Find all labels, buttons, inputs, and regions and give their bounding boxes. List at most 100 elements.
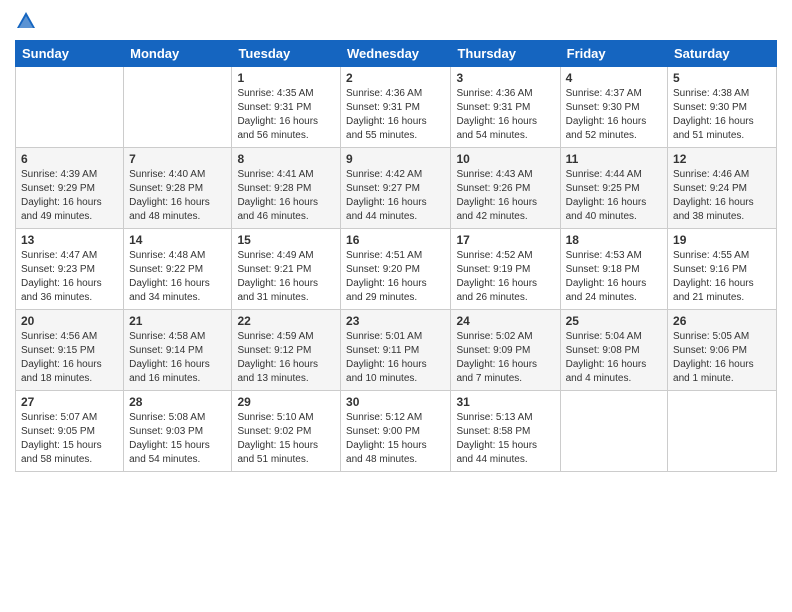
day-number: 20 <box>21 314 118 328</box>
day-info: Sunrise: 4:47 AM Sunset: 9:23 PM Dayligh… <box>21 249 118 305</box>
calendar-cell: 1 Sunrise: 4:35 AM Sunset: 9:31 PM Daylig… <box>232 67 341 148</box>
day-number: 18 <box>566 233 662 247</box>
day-info: Sunrise: 4:46 AM Sunset: 9:24 PM Dayligh… <box>673 168 771 224</box>
calendar-header-monday: Monday <box>124 41 232 67</box>
calendar-cell: 11 Sunrise: 4:44 AM Sunset: 9:25 PM Dayli… <box>560 148 667 229</box>
calendar-cell: 8 Sunrise: 4:41 AM Sunset: 9:28 PM Daylig… <box>232 148 341 229</box>
day-number: 23 <box>346 314 445 328</box>
day-info: Sunrise: 4:36 AM Sunset: 9:31 PM Dayligh… <box>456 87 554 143</box>
day-number: 4 <box>566 71 662 85</box>
day-info: Sunrise: 5:08 AM Sunset: 9:03 PM Dayligh… <box>129 411 226 467</box>
day-info: Sunrise: 4:37 AM Sunset: 9:30 PM Dayligh… <box>566 87 662 143</box>
calendar-cell <box>560 391 667 472</box>
header <box>15 10 777 32</box>
calendar-cell: 23Sunrise: 5:01 AM Sunset: 9:11 PM Dayli… <box>341 310 451 391</box>
calendar-cell: 26Sunrise: 5:05 AM Sunset: 9:06 PM Dayli… <box>668 310 777 391</box>
day-info: Sunrise: 4:52 AM Sunset: 9:19 PM Dayligh… <box>456 249 554 305</box>
calendar-cell: 14 Sunrise: 4:48 AM Sunset: 9:22 PM Dayli… <box>124 229 232 310</box>
day-number: 27 <box>21 395 118 409</box>
day-number: 30 <box>346 395 445 409</box>
calendar-table: SundayMondayTuesdayWednesdayThursdayFrid… <box>15 40 777 472</box>
calendar-header-wednesday: Wednesday <box>341 41 451 67</box>
calendar-cell: 25 Sunrise: 5:04 AM Sunset: 9:08 PM Dayli… <box>560 310 667 391</box>
calendar-cell: 28Sunrise: 5:08 AM Sunset: 9:03 PM Dayli… <box>124 391 232 472</box>
day-number: 25 <box>566 314 662 328</box>
calendar-cell: 21Sunrise: 4:58 AM Sunset: 9:14 PM Dayli… <box>124 310 232 391</box>
day-number: 19 <box>673 233 771 247</box>
day-info: Sunrise: 4:41 AM Sunset: 9:28 PM Dayligh… <box>237 168 335 224</box>
calendar-cell: 27Sunrise: 5:07 AM Sunset: 9:05 PM Dayli… <box>16 391 124 472</box>
calendar-cell: 31Sunrise: 5:13 AM Sunset: 8:58 PM Dayli… <box>451 391 560 472</box>
day-number: 31 <box>456 395 554 409</box>
day-number: 3 <box>456 71 554 85</box>
day-info: Sunrise: 4:59 AM Sunset: 9:12 PM Dayligh… <box>237 330 335 386</box>
calendar-week-4: 20 Sunrise: 4:56 AM Sunset: 9:15 PM Dayli… <box>16 310 777 391</box>
day-info: Sunrise: 4:51 AM Sunset: 9:20 PM Dayligh… <box>346 249 445 305</box>
day-info: Sunrise: 4:44 AM Sunset: 9:25 PM Dayligh… <box>566 168 662 224</box>
day-info: Sunrise: 4:48 AM Sunset: 9:22 PM Dayligh… <box>129 249 226 305</box>
calendar-week-3: 13 Sunrise: 4:47 AM Sunset: 9:23 PM Dayli… <box>16 229 777 310</box>
day-info: Sunrise: 4:38 AM Sunset: 9:30 PM Dayligh… <box>673 87 771 143</box>
day-number: 13 <box>21 233 118 247</box>
calendar-cell: 12 Sunrise: 4:46 AM Sunset: 9:24 PM Dayli… <box>668 148 777 229</box>
calendar-cell: 9 Sunrise: 4:42 AM Sunset: 9:27 PM Daylig… <box>341 148 451 229</box>
day-number: 2 <box>346 71 445 85</box>
day-number: 15 <box>237 233 335 247</box>
logo <box>15 10 41 32</box>
day-number: 7 <box>129 152 226 166</box>
day-info: Sunrise: 4:42 AM Sunset: 9:27 PM Dayligh… <box>346 168 445 224</box>
calendar-cell: 6 Sunrise: 4:39 AM Sunset: 9:29 PM Daylig… <box>16 148 124 229</box>
day-number: 1 <box>237 71 335 85</box>
day-info: Sunrise: 5:04 AM Sunset: 9:08 PM Dayligh… <box>566 330 662 386</box>
day-info: Sunrise: 4:49 AM Sunset: 9:21 PM Dayligh… <box>237 249 335 305</box>
day-info: Sunrise: 4:43 AM Sunset: 9:26 PM Dayligh… <box>456 168 554 224</box>
calendar-header-tuesday: Tuesday <box>232 41 341 67</box>
calendar-cell: 24 Sunrise: 5:02 AM Sunset: 9:09 PM Dayli… <box>451 310 560 391</box>
calendar-header-thursday: Thursday <box>451 41 560 67</box>
day-info: Sunrise: 4:36 AM Sunset: 9:31 PM Dayligh… <box>346 87 445 143</box>
day-number: 14 <box>129 233 226 247</box>
calendar-cell: 18 Sunrise: 4:53 AM Sunset: 9:18 PM Dayli… <box>560 229 667 310</box>
calendar-cell <box>124 67 232 148</box>
day-number: 12 <box>673 152 771 166</box>
day-number: 6 <box>21 152 118 166</box>
calendar-cell: 15 Sunrise: 4:49 AM Sunset: 9:21 PM Dayli… <box>232 229 341 310</box>
calendar-week-1: 1 Sunrise: 4:35 AM Sunset: 9:31 PM Daylig… <box>16 67 777 148</box>
calendar-cell: 4 Sunrise: 4:37 AM Sunset: 9:30 PM Daylig… <box>560 67 667 148</box>
calendar-cell: 10Sunrise: 4:43 AM Sunset: 9:26 PM Dayli… <box>451 148 560 229</box>
day-number: 21 <box>129 314 226 328</box>
day-number: 16 <box>346 233 445 247</box>
day-number: 8 <box>237 152 335 166</box>
calendar-cell: 16 Sunrise: 4:51 AM Sunset: 9:20 PM Dayli… <box>341 229 451 310</box>
day-info: Sunrise: 5:02 AM Sunset: 9:09 PM Dayligh… <box>456 330 554 386</box>
day-number: 11 <box>566 152 662 166</box>
calendar-cell: 13 Sunrise: 4:47 AM Sunset: 9:23 PM Dayli… <box>16 229 124 310</box>
day-number: 17 <box>456 233 554 247</box>
day-number: 24 <box>456 314 554 328</box>
day-number: 29 <box>237 395 335 409</box>
calendar-cell <box>16 67 124 148</box>
day-info: Sunrise: 5:12 AM Sunset: 9:00 PM Dayligh… <box>346 411 445 467</box>
calendar-cell: 19 Sunrise: 4:55 AM Sunset: 9:16 PM Dayli… <box>668 229 777 310</box>
day-info: Sunrise: 4:56 AM Sunset: 9:15 PM Dayligh… <box>21 330 118 386</box>
day-info: Sunrise: 4:55 AM Sunset: 9:16 PM Dayligh… <box>673 249 771 305</box>
calendar-header-saturday: Saturday <box>668 41 777 67</box>
calendar-week-5: 27Sunrise: 5:07 AM Sunset: 9:05 PM Dayli… <box>16 391 777 472</box>
day-number: 22 <box>237 314 335 328</box>
calendar-cell: 29Sunrise: 5:10 AM Sunset: 9:02 PM Dayli… <box>232 391 341 472</box>
day-info: Sunrise: 5:05 AM Sunset: 9:06 PM Dayligh… <box>673 330 771 386</box>
day-info: Sunrise: 4:53 AM Sunset: 9:18 PM Dayligh… <box>566 249 662 305</box>
day-info: Sunrise: 4:39 AM Sunset: 9:29 PM Dayligh… <box>21 168 118 224</box>
calendar-header-row: SundayMondayTuesdayWednesdayThursdayFrid… <box>16 41 777 67</box>
calendar-cell: 5 Sunrise: 4:38 AM Sunset: 9:30 PM Daylig… <box>668 67 777 148</box>
calendar-header-friday: Friday <box>560 41 667 67</box>
calendar-cell: 17 Sunrise: 4:52 AM Sunset: 9:19 PM Dayli… <box>451 229 560 310</box>
logo-icon <box>15 10 37 32</box>
calendar-cell <box>668 391 777 472</box>
calendar-cell: 20 Sunrise: 4:56 AM Sunset: 9:15 PM Dayli… <box>16 310 124 391</box>
day-number: 9 <box>346 152 445 166</box>
calendar-cell: 2 Sunrise: 4:36 AM Sunset: 9:31 PM Daylig… <box>341 67 451 148</box>
calendar-cell: 22 Sunrise: 4:59 AM Sunset: 9:12 PM Dayli… <box>232 310 341 391</box>
day-info: Sunrise: 4:35 AM Sunset: 9:31 PM Dayligh… <box>237 87 335 143</box>
day-number: 5 <box>673 71 771 85</box>
